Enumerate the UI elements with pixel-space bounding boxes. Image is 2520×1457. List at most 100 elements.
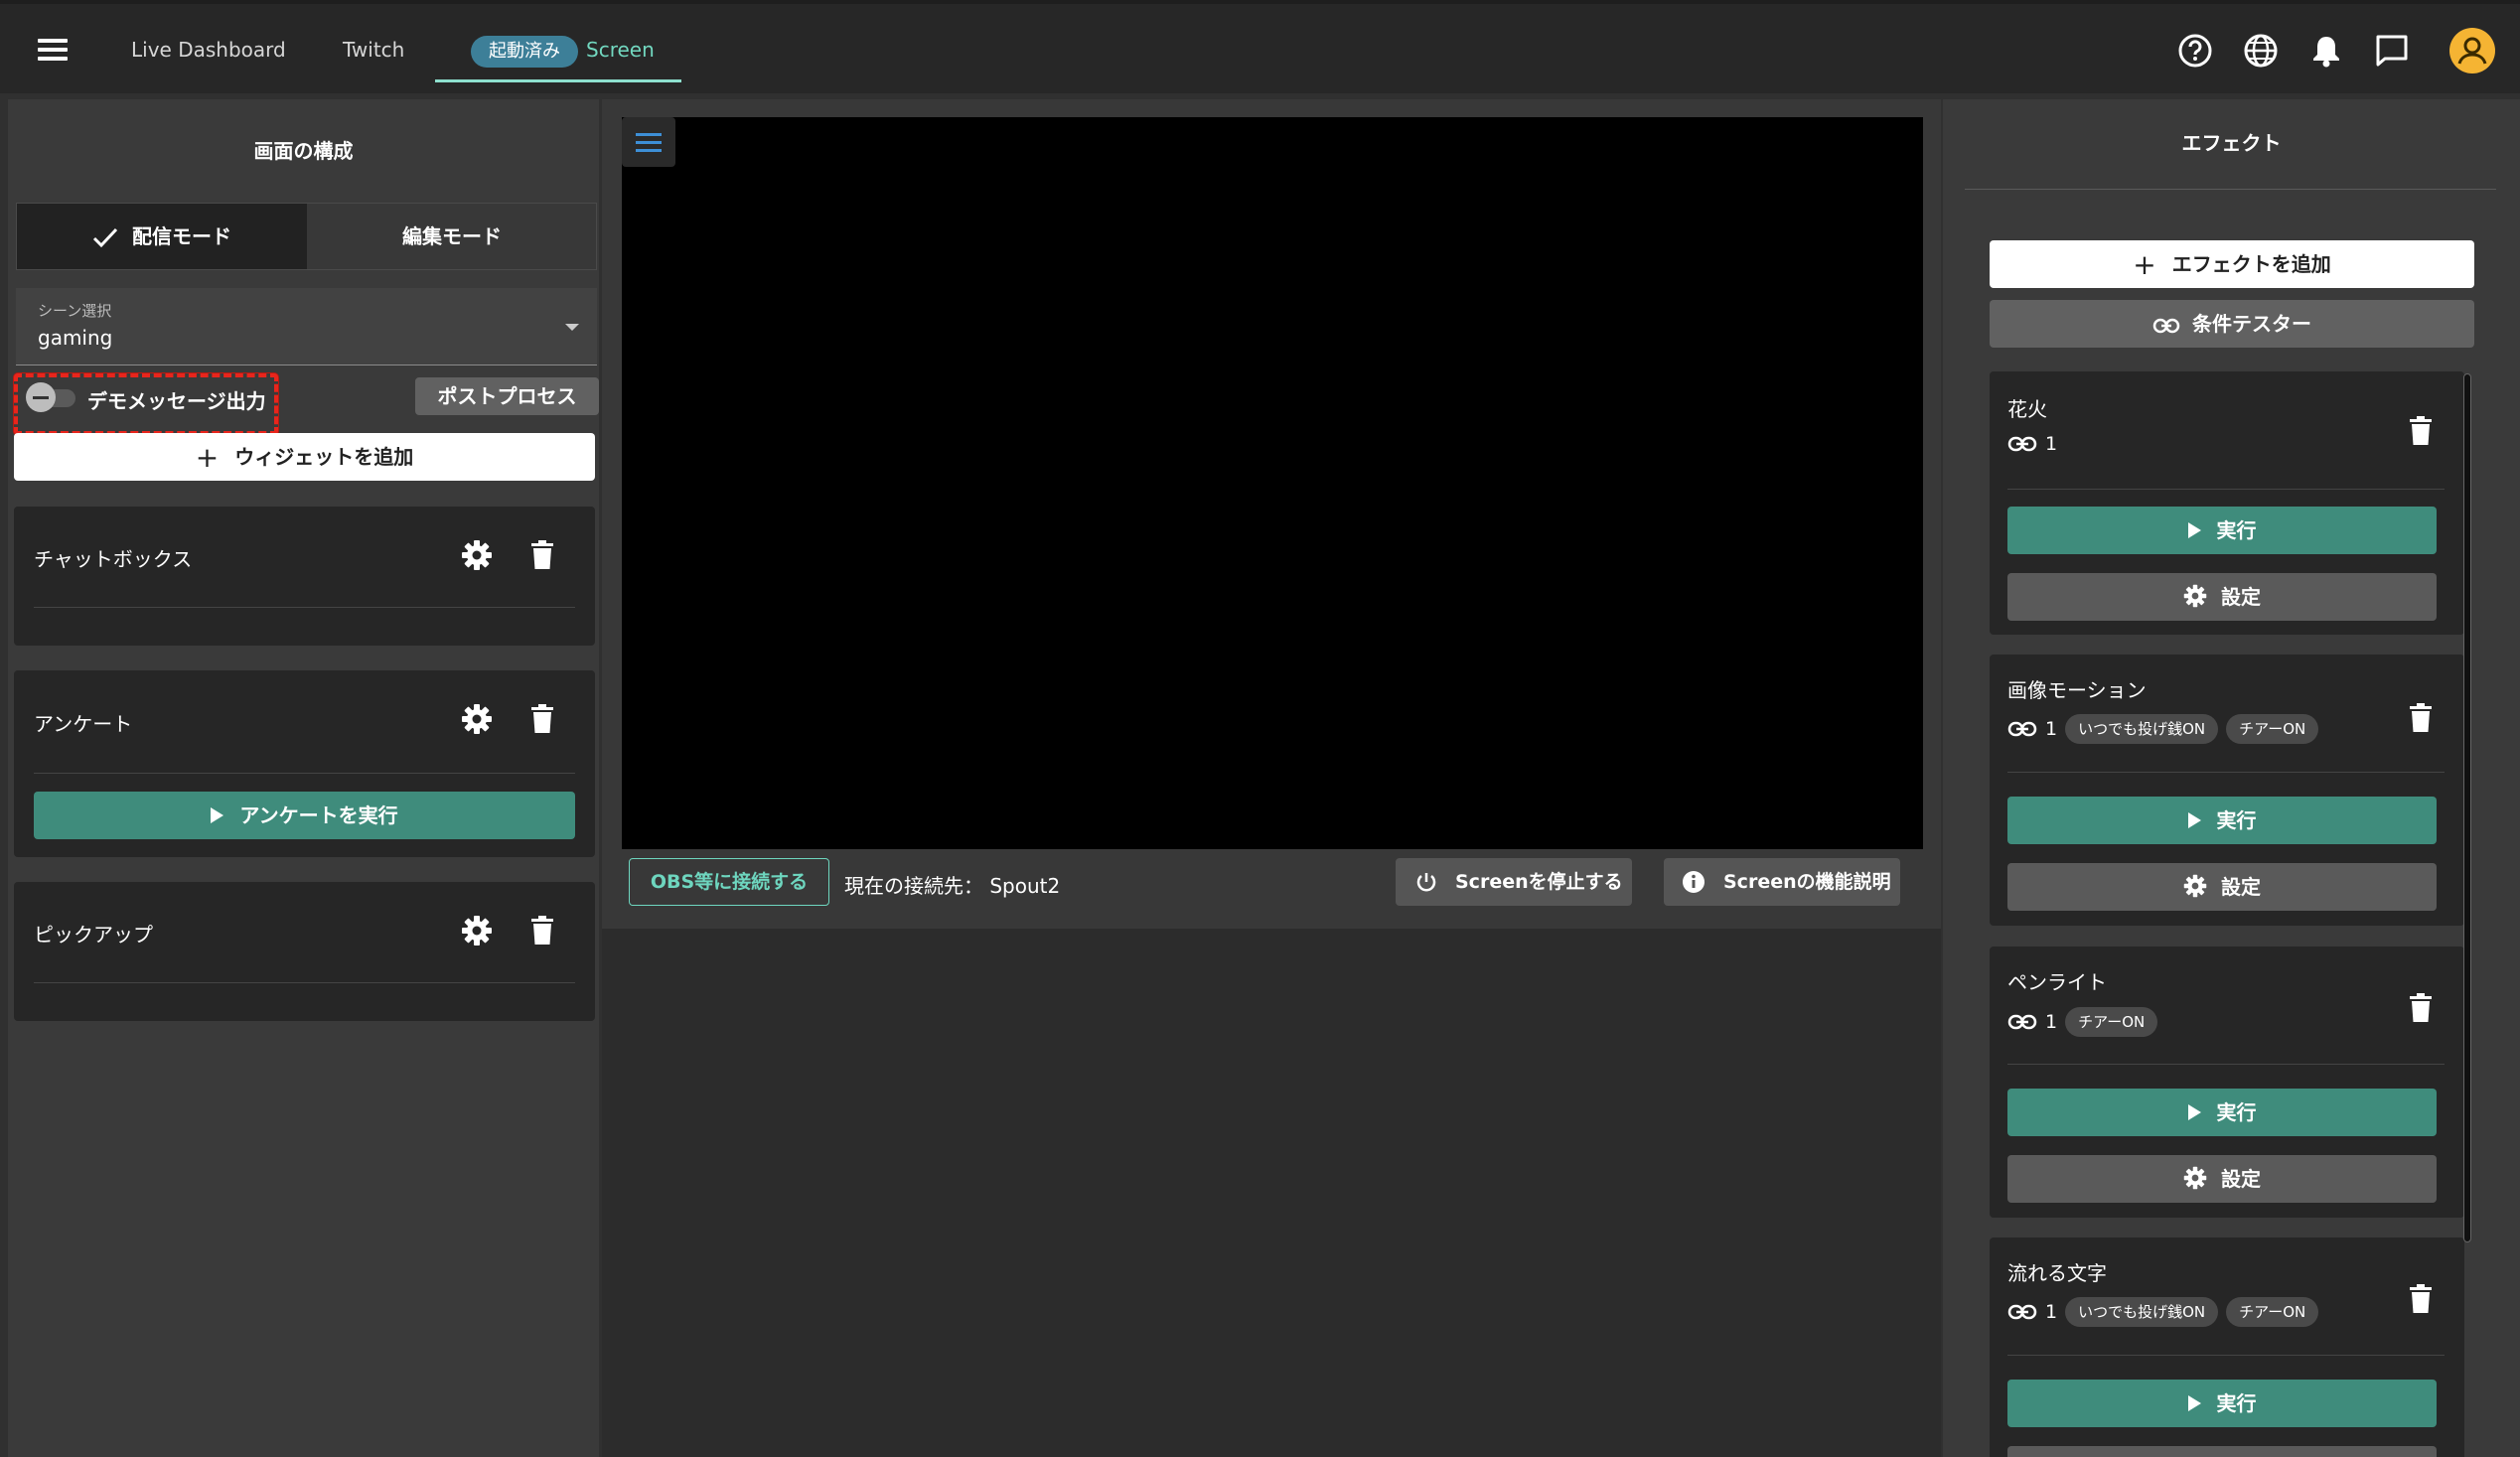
add-widget-button[interactable]: + ウィジェットを追加 bbox=[14, 433, 595, 481]
check-icon bbox=[92, 227, 118, 248]
run-survey-label: アンケートを実行 bbox=[239, 803, 398, 827]
post-process-button[interactable]: ポストプロセス bbox=[415, 377, 599, 415]
gear-icon[interactable] bbox=[461, 703, 493, 735]
dropdown-arrow-icon bbox=[565, 324, 579, 331]
condition-count: 1 bbox=[2045, 1301, 2058, 1323]
trash-icon[interactable] bbox=[2407, 992, 2435, 1024]
scene-select[interactable]: シーン選択 gaming bbox=[16, 288, 597, 365]
add-effect-label: エフェクトを追加 bbox=[2171, 252, 2331, 276]
status-badge: 起動済み bbox=[471, 36, 578, 68]
menu-icon[interactable] bbox=[38, 34, 74, 70]
divider bbox=[34, 982, 575, 983]
run-effect-button[interactable]: 実行 bbox=[2007, 797, 2437, 844]
trash-icon[interactable] bbox=[528, 539, 560, 571]
effect-list-scrollbar[interactable] bbox=[2463, 373, 2471, 1242]
condition-count: 1 bbox=[2045, 1011, 2058, 1033]
condition-count: 1 bbox=[2045, 433, 2058, 455]
screen-preview[interactable] bbox=[622, 117, 1923, 849]
run-label: 実行 bbox=[2216, 1391, 2257, 1415]
link-icon bbox=[2007, 436, 2037, 452]
settings-label: 設定 bbox=[2221, 1167, 2261, 1191]
trash-icon[interactable] bbox=[528, 915, 560, 947]
account-icon[interactable] bbox=[2449, 28, 2495, 73]
condition-chip: チアーON bbox=[2226, 714, 2319, 744]
divider bbox=[34, 773, 575, 774]
globe-icon[interactable] bbox=[2242, 32, 2280, 70]
gear-icon[interactable] bbox=[461, 539, 493, 571]
connection-status: 現在の接続先： Spout2 bbox=[844, 874, 1061, 898]
condition-tester-label: 条件テスター bbox=[2192, 312, 2311, 336]
trash-icon[interactable] bbox=[2407, 702, 2435, 734]
top-app-bar: Live Dashboard Twitch 起動済み Screen bbox=[0, 0, 2520, 93]
tab-screen[interactable]: 起動済み Screen bbox=[471, 34, 655, 68]
link-icon bbox=[2152, 318, 2180, 334]
help-icon[interactable] bbox=[2176, 32, 2214, 70]
effect-conditions: 1 いつでも投げ銭ON チアーON bbox=[2007, 712, 2319, 746]
tab-live-dashboard[interactable]: Live Dashboard bbox=[131, 34, 286, 66]
widget-card-survey: アンケート アンケートを実行 bbox=[14, 670, 595, 857]
highlight-annotation bbox=[14, 373, 278, 435]
divider bbox=[2007, 772, 2445, 773]
bell-icon[interactable] bbox=[2307, 32, 2345, 70]
play-icon bbox=[2187, 812, 2201, 828]
run-label: 実行 bbox=[2216, 808, 2257, 832]
mode-edit-button[interactable]: 編集モード bbox=[307, 204, 597, 269]
plus-icon: + bbox=[2133, 248, 2156, 281]
run-effect-button[interactable]: 実行 bbox=[2007, 1089, 2437, 1136]
run-label: 実行 bbox=[2216, 1100, 2257, 1124]
condition-chip: いつでも投げ銭ON bbox=[2065, 1297, 2219, 1327]
add-widget-label: ウィジェットを追加 bbox=[234, 445, 414, 469]
effect-card-image-motion: 画像モーション 1 いつでも投げ銭ON チアーON 実行 設定 bbox=[1990, 655, 2464, 926]
effect-settings-button[interactable]: 設定 bbox=[2007, 863, 2437, 911]
effect-list: 花火 1 実行 設定 画像モーション 1 いつでも投げ銭ON チアーON 実行 bbox=[1990, 369, 2472, 1457]
effect-settings-button[interactable]: 設定 bbox=[2007, 1155, 2437, 1203]
plus-icon: + bbox=[195, 441, 220, 474]
effect-card-fireworks: 花火 1 実行 設定 bbox=[1990, 371, 2464, 635]
run-effect-button[interactable]: 実行 bbox=[2007, 1380, 2437, 1427]
link-icon bbox=[2007, 721, 2037, 737]
settings-label: 設定 bbox=[2221, 585, 2261, 609]
mode-live-button[interactable]: 配信モード bbox=[17, 204, 307, 269]
widget-card-chatbox: チャットボックス bbox=[14, 507, 595, 646]
widget-title: チャットボックス bbox=[34, 547, 193, 571]
play-icon bbox=[2187, 1104, 2201, 1120]
condition-tester-button[interactable]: 条件テスター bbox=[1990, 300, 2474, 348]
widget-card-pickup: ピックアップ bbox=[14, 882, 595, 1021]
gear-icon bbox=[2183, 1166, 2207, 1190]
mode-live-content: 配信モード bbox=[17, 204, 307, 269]
condition-chip: チアーON bbox=[2226, 1297, 2319, 1327]
tab-twitch[interactable]: Twitch bbox=[343, 34, 404, 66]
gear-icon[interactable] bbox=[461, 915, 493, 947]
link-icon bbox=[2007, 1014, 2037, 1030]
divider bbox=[2007, 489, 2445, 490]
trash-icon[interactable] bbox=[2407, 1283, 2435, 1315]
effect-title: 流れる文字 bbox=[2007, 1261, 2107, 1285]
demo-message-row: デモメッセージ出力 ポストプロセス bbox=[14, 365, 599, 435]
trash-icon[interactable] bbox=[2407, 415, 2435, 447]
mode-toggle-group: 配信モード 編集モード bbox=[16, 203, 597, 270]
add-effect-button[interactable]: + エフェクトを追加 bbox=[1990, 240, 2474, 288]
connect-obs-button[interactable]: OBS等に接続する bbox=[629, 858, 829, 906]
power-icon bbox=[1416, 873, 1436, 892]
run-effect-button[interactable]: 実行 bbox=[2007, 507, 2437, 554]
run-survey-button[interactable]: アンケートを実行 bbox=[34, 792, 575, 839]
widget-title: ピックアップ bbox=[34, 923, 153, 947]
effect-card-penlight: ペンライト 1 チアーON 実行 設定 bbox=[1990, 947, 2464, 1218]
settings-label: 設定 bbox=[2221, 875, 2261, 899]
condition-count: 1 bbox=[2045, 718, 2058, 740]
divider bbox=[34, 607, 575, 608]
active-tab-indicator bbox=[435, 79, 681, 82]
screen-help-button[interactable]: Screenの機能説明 bbox=[1664, 858, 1900, 906]
effect-settings-button[interactable]: 設定 bbox=[2007, 1446, 2437, 1457]
scene-select-label: シーン選択 bbox=[38, 302, 112, 320]
screen-help-label: Screenの機能説明 bbox=[1723, 871, 1891, 893]
trash-icon[interactable] bbox=[528, 703, 560, 735]
effect-title: 画像モーション bbox=[2007, 678, 2147, 702]
stop-screen-button[interactable]: Screenを停止する bbox=[1396, 858, 1632, 906]
divider bbox=[1965, 189, 2496, 190]
scene-select-value: gaming bbox=[38, 326, 113, 350]
divider bbox=[2007, 1355, 2445, 1356]
preview-menu-icon[interactable] bbox=[622, 117, 675, 167]
effect-settings-button[interactable]: 設定 bbox=[2007, 573, 2437, 621]
chat-icon[interactable] bbox=[2373, 32, 2411, 70]
